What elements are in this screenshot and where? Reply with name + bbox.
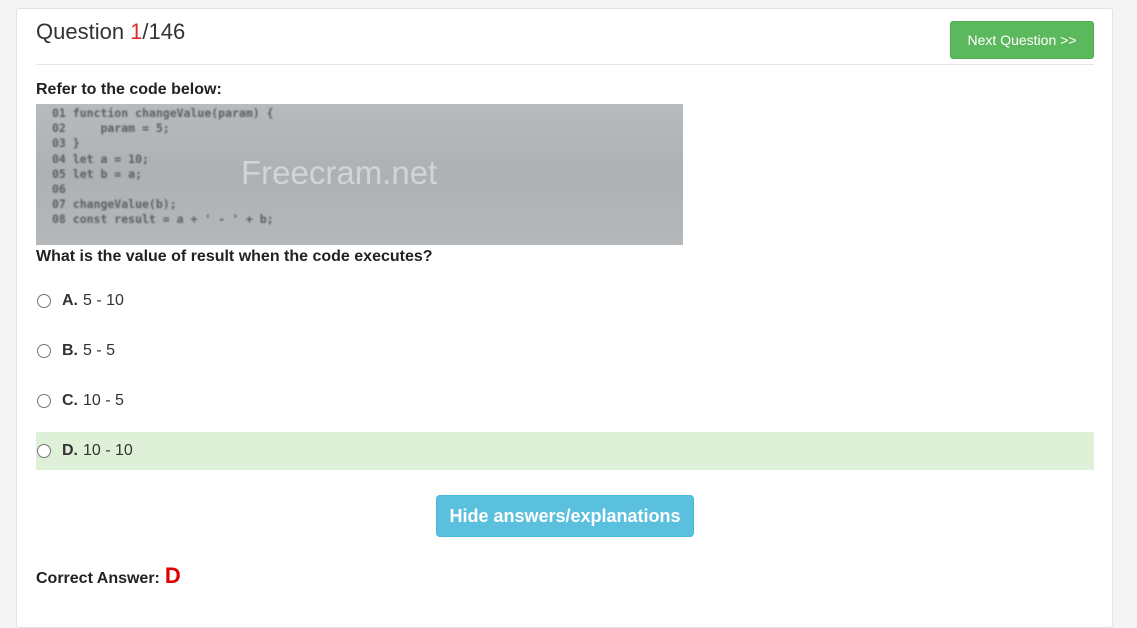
radio-d[interactable] (37, 444, 51, 458)
radio-c[interactable] (37, 394, 51, 408)
code-prompt: Refer to the code below: (36, 81, 222, 98)
next-question-button[interactable]: Next Question >> (950, 21, 1094, 59)
radio-a[interactable] (37, 294, 51, 308)
option-letter: D. (62, 442, 78, 459)
correct-answer-label: Correct Answer: (36, 570, 160, 587)
question-card: Question 1/146 Next Question >> Refer to… (16, 8, 1113, 628)
watermark: Freecram.net (241, 154, 438, 191)
option-d[interactable]: D. 10 - 10 (36, 432, 1094, 470)
question-text: What is the value of result when the cod… (36, 248, 433, 265)
option-text: 5 - 5 (83, 342, 116, 359)
option-letter: C. (62, 392, 78, 409)
option-c[interactable]: C. 10 - 5 (36, 382, 1094, 420)
question-header: Question 1/146 Next Question >> (36, 9, 1094, 65)
option-text: 5 - 10 (83, 292, 124, 309)
option-letter: B. (62, 342, 78, 359)
question-counter: Question 1/146 (36, 19, 186, 44)
current-question-number: 1 (130, 19, 143, 44)
correct-answer: Correct Answer: D (36, 563, 181, 589)
option-b[interactable]: B. 5 - 5 (36, 332, 1094, 370)
hide-answers-button[interactable]: Hide answers/explanations (436, 495, 694, 537)
radio-b[interactable] (37, 344, 51, 358)
page-gutter (1113, 0, 1137, 611)
option-letter: A. (62, 292, 78, 309)
option-text: 10 - 5 (83, 392, 124, 409)
code-image: 01 function changeValue(param) { 02 para… (36, 104, 683, 245)
option-a[interactable]: A. 5 - 10 (36, 282, 1094, 320)
option-text: 10 - 10 (83, 442, 133, 459)
correct-answer-value: D (164, 563, 181, 588)
